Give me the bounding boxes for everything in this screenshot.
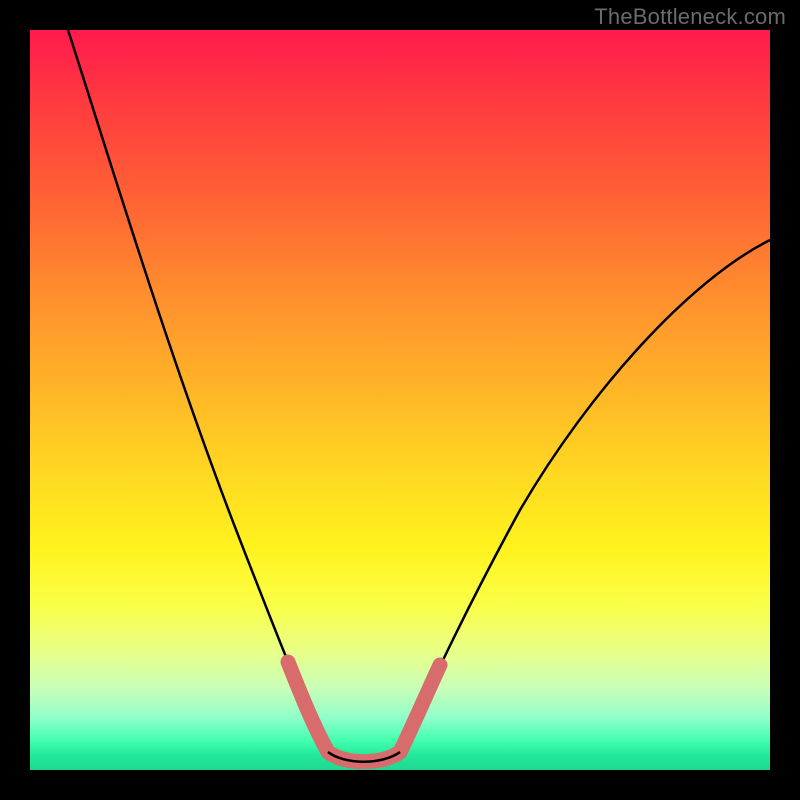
chart-svg [30,30,770,770]
highlight-left [288,662,328,752]
watermark-text: TheBottleneck.com [594,4,786,30]
highlight-right [400,665,440,752]
chart-plot-area [30,30,770,770]
curve-left [68,30,328,752]
curve-right [400,240,770,752]
